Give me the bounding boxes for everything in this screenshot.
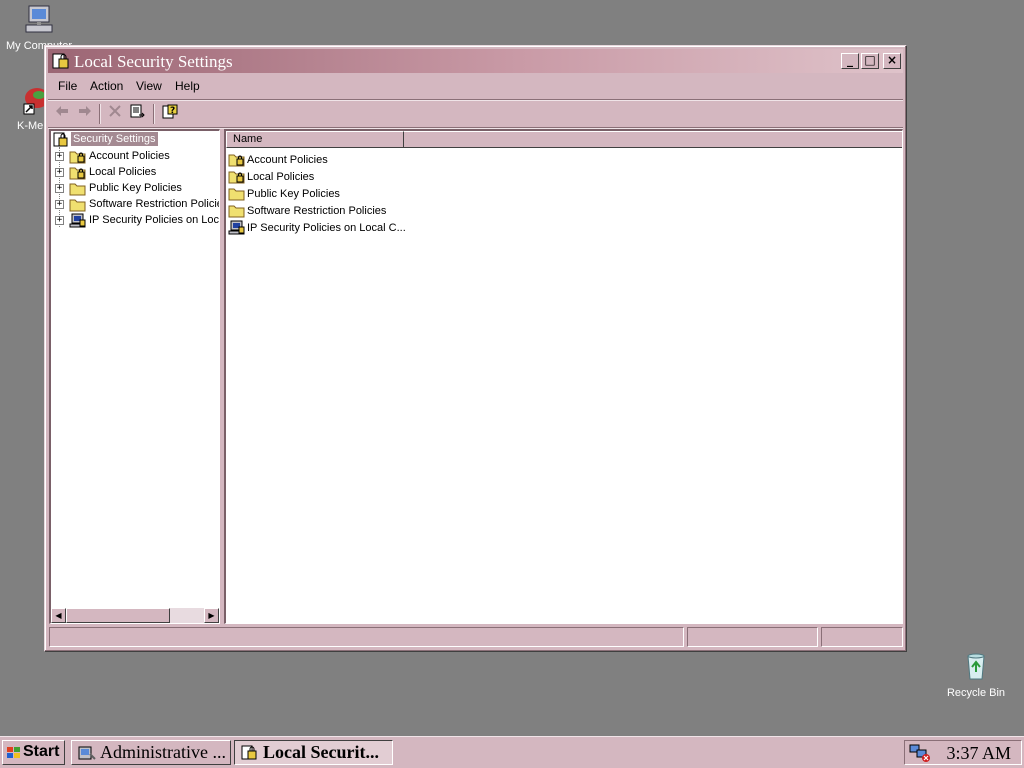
- title-bar[interactable]: Local Security Settings _ □ ×: [48, 49, 903, 73]
- expand-icon[interactable]: +: [55, 216, 64, 225]
- ip-security-icon: [69, 213, 87, 231]
- tree-item-label: Software Restriction Policies: [89, 198, 220, 210]
- expand-icon[interactable]: +: [55, 184, 64, 193]
- scroll-left-icon[interactable]: ◀: [51, 608, 66, 623]
- tree-item-public-key-policies[interactable]: + Public Key Policies: [51, 181, 219, 197]
- tree-item-local-policies[interactable]: + Local Policies: [51, 165, 219, 181]
- status-panel-2: [687, 627, 818, 647]
- delete-icon[interactable]: [105, 104, 125, 124]
- status-panel-main: [49, 627, 684, 647]
- forward-arrow-icon[interactable]: [75, 104, 95, 124]
- list-item-account-policies[interactable]: Account Policies: [228, 152, 528, 169]
- list-item-ip-security-policies[interactable]: IP Security Policies on Local C...: [228, 220, 528, 237]
- expand-icon[interactable]: +: [55, 152, 64, 161]
- windows-logo-icon: [6, 746, 22, 765]
- tree-root-label: Security Settings: [71, 132, 158, 146]
- network-status-icon[interactable]: [909, 744, 931, 765]
- tree-item-ip-security-policies[interactable]: + IP Security Policies on Local Computer: [51, 213, 220, 231]
- console-tree-pane[interactable]: Security Settings + Account Policies + L…: [49, 129, 220, 624]
- status-panel-3: [821, 627, 903, 647]
- system-tray: 3:37 AM: [904, 740, 1022, 765]
- minimize-button[interactable]: _: [841, 53, 859, 69]
- scroll-right-icon[interactable]: ▶: [204, 608, 219, 623]
- list-item-label: Software Restriction Policies: [247, 205, 387, 217]
- my-computer-icon: [4, 3, 74, 38]
- tree-item-label: Local Policies: [89, 166, 157, 178]
- maximize-button[interactable]: □: [861, 53, 879, 69]
- list-item-public-key-policies[interactable]: Public Key Policies: [228, 186, 528, 203]
- list-item-label: IP Security Policies on Local C...: [247, 222, 406, 234]
- list-item-local-policies[interactable]: Local Policies: [228, 169, 528, 186]
- close-button[interactable]: ×: [883, 53, 901, 69]
- taskbar: Start Administrative ... Local Securit..…: [0, 736, 1024, 768]
- column-header-name[interactable]: Name: [226, 131, 404, 148]
- menu-action[interactable]: Action: [90, 79, 123, 93]
- details-list-pane[interactable]: Name Account Policies Local Policies Pub…: [224, 129, 903, 624]
- recycle-bin-icon: [941, 650, 1011, 685]
- list-item-software-restriction-policies[interactable]: Software Restriction Policies: [228, 203, 528, 220]
- expand-icon[interactable]: +: [55, 200, 64, 209]
- security-settings-icon: [52, 53, 70, 73]
- list-item-label: Public Key Policies: [247, 188, 340, 200]
- task-label: Administrative ...: [100, 742, 226, 762]
- menu-view[interactable]: View: [136, 79, 162, 93]
- list-item-label: Local Policies: [247, 171, 315, 183]
- toolbar-separator: [153, 104, 155, 124]
- column-header-filler: [404, 131, 902, 148]
- folder-icon: [228, 203, 246, 221]
- window-title: Local Security Settings: [74, 52, 233, 71]
- task-label: Local Securit...: [263, 742, 379, 762]
- taskbar-button-administrative-tools[interactable]: Administrative ...: [71, 740, 231, 765]
- menu-file[interactable]: File: [58, 79, 77, 93]
- svg-text:?: ?: [170, 106, 175, 116]
- desktop-icon-recycle-bin[interactable]: Recycle Bin: [941, 650, 1011, 699]
- menu-bar: File Action View Help: [48, 74, 903, 98]
- security-settings-icon: [241, 745, 259, 764]
- administrative-tools-icon: [78, 745, 96, 764]
- back-arrow-icon[interactable]: [52, 104, 72, 124]
- horizontal-scrollbar[interactable]: ◀ ▶: [51, 608, 219, 623]
- ip-security-icon: [228, 220, 246, 238]
- start-button[interactable]: Start: [2, 740, 65, 765]
- tree-item-label: IP Security Policies on Local Computer: [89, 214, 220, 226]
- scrollbar-thumb[interactable]: [66, 608, 170, 623]
- expand-icon[interactable]: +: [55, 168, 64, 177]
- menu-help[interactable]: Help: [175, 79, 200, 93]
- tree-item-label: Public Key Policies: [89, 182, 182, 194]
- toolbar: ?: [48, 101, 903, 127]
- local-security-settings-window: Local Security Settings _ □ × File Actio…: [44, 45, 907, 652]
- locked-folder-icon: [228, 169, 246, 187]
- tree-item-account-policies[interactable]: + Account Policies: [51, 149, 219, 165]
- list-item-label: Account Policies: [247, 154, 328, 166]
- locked-folder-icon: [228, 152, 246, 170]
- start-label: Start: [23, 743, 60, 760]
- desktop-icon-label: Recycle Bin: [946, 687, 1006, 699]
- status-bar: [48, 627, 903, 649]
- tree-item-label: Account Policies: [89, 150, 170, 162]
- taskbar-button-local-security-settings[interactable]: Local Securit...: [234, 740, 393, 765]
- export-list-icon[interactable]: [128, 104, 148, 124]
- tree-item-software-restriction-policies[interactable]: + Software Restriction Policies: [51, 197, 220, 213]
- toolbar-separator: [99, 104, 101, 124]
- folder-icon: [228, 186, 246, 204]
- clock[interactable]: 3:37 AM: [946, 743, 1011, 764]
- help-icon[interactable]: ?: [160, 104, 180, 124]
